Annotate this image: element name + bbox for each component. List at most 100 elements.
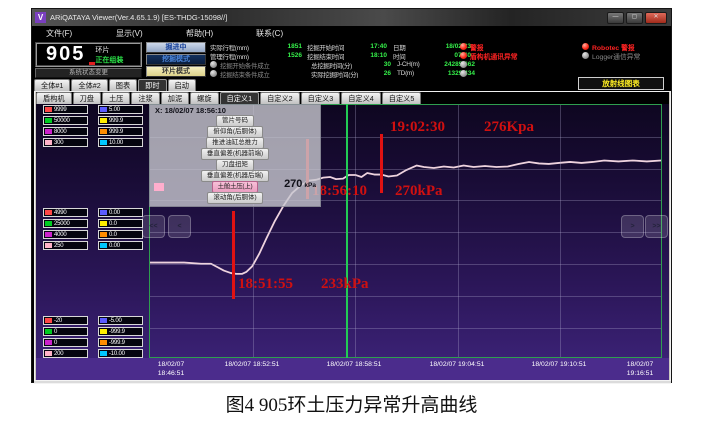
radial-chart-button[interactable]: 放射线图表 [578,77,664,90]
field-label: TD(m) [397,70,414,77]
ring-status: 正在组装 [95,57,124,64]
close-button[interactable]: ✕ [645,11,667,24]
minimize-button[interactable]: — [607,11,624,24]
legend-value: -999.9 [109,328,125,335]
event-marker-line-0 [232,211,235,299]
tab-sub-9[interactable]: 自定义4 [341,92,381,104]
tab-sub-3[interactable]: 注浆 [131,92,160,104]
tab-sub-5[interactable]: 螺旋 [190,92,219,104]
comm-led-column: Robotec 警报 Logger通信异常 [582,42,640,61]
tab-sub-2[interactable]: 土压 [101,92,131,104]
menu-item-2[interactable]: 帮助(H) [172,28,242,39]
app-icon: V [35,12,46,23]
scroll-left-button-1[interactable]: < [168,215,191,238]
legend-item: 50000 [43,116,88,125]
legend-item: 0 [43,327,88,336]
window-controls: — ▢ ✕ [607,11,667,24]
tab-main-2[interactable]: 图表 [108,79,138,91]
ring-label: 环片 [95,47,110,54]
tooltip-channel-button[interactable]: 推进油缸总推力 [206,136,264,149]
tooltip-channel-button[interactable]: 垂直偏差(机器后端) [200,169,270,182]
legend-value: 300 [54,139,64,146]
field-label: 实际挖掘时间(分) [311,71,359,79]
tick-time: 18:46:51 [157,370,185,377]
chart-cursor-line[interactable] [346,104,348,358]
tab-main-4[interactable]: 启动 [167,79,196,91]
tooltip-channel-button[interactable]: 刀盘扭矩 [216,158,254,171]
ring-number-display: 905 环片 正在组装 [35,42,142,67]
tooltip-channel-button[interactable]: 管片号码 [216,114,254,127]
tab-sub-8[interactable]: 自定义3 [300,92,341,104]
menu-item-3[interactable]: 联系(C) [242,28,312,39]
tab-sub-6[interactable]: 自定义1 [219,92,260,104]
scroll-left-button-0[interactable]: << [142,215,165,238]
legend-item: -20 [43,316,88,325]
tooltip-channel-button[interactable]: 垂直偏差(机器前端) [200,147,270,160]
window-title: ARiQATAYA Viewer(Ver.4.65.1.9) [ES-THDG-… [50,13,228,22]
tick-time: 19:16:51 [626,370,654,377]
comm-row-1: Logger通信异常 [582,51,640,61]
mode-button-2[interactable]: 环片模式 [146,66,206,77]
legend-color-swatch [45,129,52,134]
series-color-swatch [154,183,164,191]
field-label: 时间 [393,53,406,61]
main-tab-bar: 全体#1 全体#2 图表 即时 启动 [34,78,671,91]
mode-button-0[interactable]: 掘进中 [146,42,206,53]
condition-led [210,70,217,77]
tooltip-row-4: 刀盘扭矩 [150,158,320,171]
legend-item: 300 [43,138,88,147]
header-data-rows: 实际行程(mm) 1851 挖掘开始时间 17:40 日期 18/02/23 管理行程(mm… [210,42,475,79]
legend-item: 4000 [43,230,88,239]
tooltip-row-7: 滚动角(后胴体) [150,191,320,204]
tab-main-0[interactable]: 全体#1 [34,79,71,91]
legend-color-swatch [45,351,52,356]
legend-value: -999.9 [109,339,125,346]
tab-main-3[interactable]: 即时 [138,79,167,91]
legend-value: 8000 [54,128,67,135]
menu-item-0[interactable]: 文件(F) [32,28,102,39]
scroll-right-button-2[interactable]: > [621,215,644,238]
mode-button-1[interactable]: 挖掘模式 [146,54,206,65]
app-window: V ARiQATAYA Viewer(Ver.4.65.1.9) [ES-THD… [31,8,672,384]
legend-item: -5.00 [98,316,143,325]
legend-value: 50000 [54,117,70,124]
alarm-led-column: 警报 盾构机通讯异常 [460,42,518,78]
legend-item: 9999 [43,105,88,114]
tooltip-channel-button[interactable]: 滚动角(后胴体) [207,191,263,204]
legend-value: 0.00 [109,209,120,216]
tooltip-row-1: 俯仰角(后胴体) [150,125,320,138]
tooltip-row-2: 推进油缸总推力 [150,136,320,149]
legend-item: 200 [43,349,88,358]
legend-value: -10.00 [109,350,125,357]
scroll-right-button-3[interactable]: >> [645,215,668,238]
tab-main-1[interactable]: 全体#2 [71,79,108,91]
maximize-button[interactable]: ▢ [626,11,643,24]
x-axis-strip: 18/02/07 18:46:51 18/02/07 18:52:51 18/02/0… [36,358,669,380]
legend-value: 0 [54,339,58,346]
grid-line-h [150,296,661,297]
event-marker-line-2 [380,134,383,193]
legend-color-swatch [100,329,107,334]
tab-sub-0[interactable]: 盾构机 [36,92,72,104]
tab-sub-4[interactable]: 加泥 [160,92,190,104]
system-state-button[interactable]: 系统状态变更 [35,68,142,78]
legend-value: -20 [54,317,63,324]
legend-color-swatch [100,221,107,226]
legend-value: 999.9 [109,128,124,135]
grid-line-v [355,105,356,357]
legend-item: 8000 [43,127,88,136]
legend-color-swatch [45,340,52,345]
grid-line-v [560,105,561,357]
legend-color-swatch [100,107,107,112]
tab-sub-7[interactable]: 自定义2 [260,92,300,104]
tooltip-channel-button[interactable]: 俯仰角(后胴体) [207,125,263,138]
tab-sub-1[interactable]: 刀盘 [72,92,101,104]
legend-item: 250 [43,241,88,250]
legend-item: 4990 [43,208,88,217]
tab-sub-10[interactable]: 自定义5 [381,92,422,104]
tooltip-channel-button[interactable]: 土舱土压(上) [211,180,259,193]
menu-item-1[interactable]: 显示(V) [102,28,172,39]
legend-color-swatch [100,118,107,123]
legend-item: 0.0 [98,219,143,228]
legend-value: 200 [54,350,64,357]
